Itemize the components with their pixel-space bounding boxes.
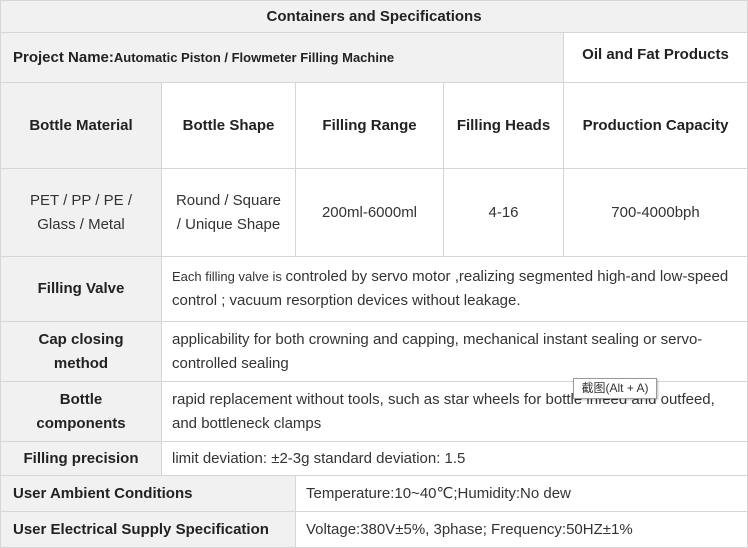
column-header: Bottle Shape (161, 82, 296, 169)
table-title: Containers and Specifications (0, 0, 748, 33)
shape-value: Round / Square / Unique Shape (161, 168, 296, 257)
spec-table: Containers and Specifications Project Na… (0, 0, 748, 548)
values-row: PET / PP / PE / Glass / Metal Round / Sq… (0, 168, 748, 257)
project-name: Automatic Piston / Flowmeter Filling Mac… (113, 49, 395, 65)
column-header: Bottle Material (0, 82, 162, 169)
ambient-conditions-row: User Ambient Conditions Temperature:10~4… (0, 475, 748, 512)
row-label: Filling Valve (0, 256, 162, 322)
cap-closing-row: Cap closing method applicability for bot… (0, 321, 748, 382)
row-value: applicability for both crowning and capp… (160, 321, 748, 382)
row-label: Filling precision (0, 441, 162, 476)
heads-value: 4-16 (443, 168, 564, 257)
capacity-value: 700-4000bph (562, 168, 748, 257)
row-value: Voltage:380V±5%, 3phase; Frequency:50HZ±… (294, 511, 748, 548)
project-name-cell: Project Name:Automatic Piston / Flowmete… (0, 32, 564, 83)
page: Containers and Specifications Project Na… (0, 0, 748, 548)
material-value: PET / PP / PE / Glass / Metal (0, 168, 162, 257)
column-header: Production Capacity (562, 82, 748, 169)
row-value: limit deviation: ±2-3g standard deviatio… (160, 441, 748, 476)
screenshot-tooltip: 截图(Alt + A) (573, 378, 657, 399)
filling-valve-row: Filling Valve Each filling valve is cont… (0, 256, 748, 322)
title-row: Containers and Specifications (0, 0, 748, 33)
project-row: Project Name:Automatic Piston / Flowmete… (0, 32, 748, 83)
column-header: Filling Range (295, 82, 444, 169)
electrical-supply-row: User Electrical Supply Specification Vol… (0, 511, 748, 548)
product-category: Oil and Fat Products (562, 32, 748, 83)
range-value: 200ml-6000ml (295, 168, 444, 257)
filling-precision-row: Filling precision limit deviation: ±2-3g… (0, 441, 748, 476)
row-value: rapid replacement without tools, such as… (160, 381, 748, 442)
row-label: User Ambient Conditions (0, 475, 296, 512)
row-label: Bottle components (0, 381, 162, 442)
project-label: Project Name: (13, 48, 114, 66)
row-label: User Electrical Supply Specification (0, 511, 296, 548)
row-label: Cap closing method (0, 321, 162, 382)
row-value: Temperature:10~40℃;Humidity:No dew (294, 475, 748, 512)
column-header: Filling Heads (443, 82, 564, 169)
header-row: Bottle Material Bottle Shape Filling Ran… (0, 82, 748, 169)
row-value: Each filling valve is controled by servo… (160, 256, 748, 322)
